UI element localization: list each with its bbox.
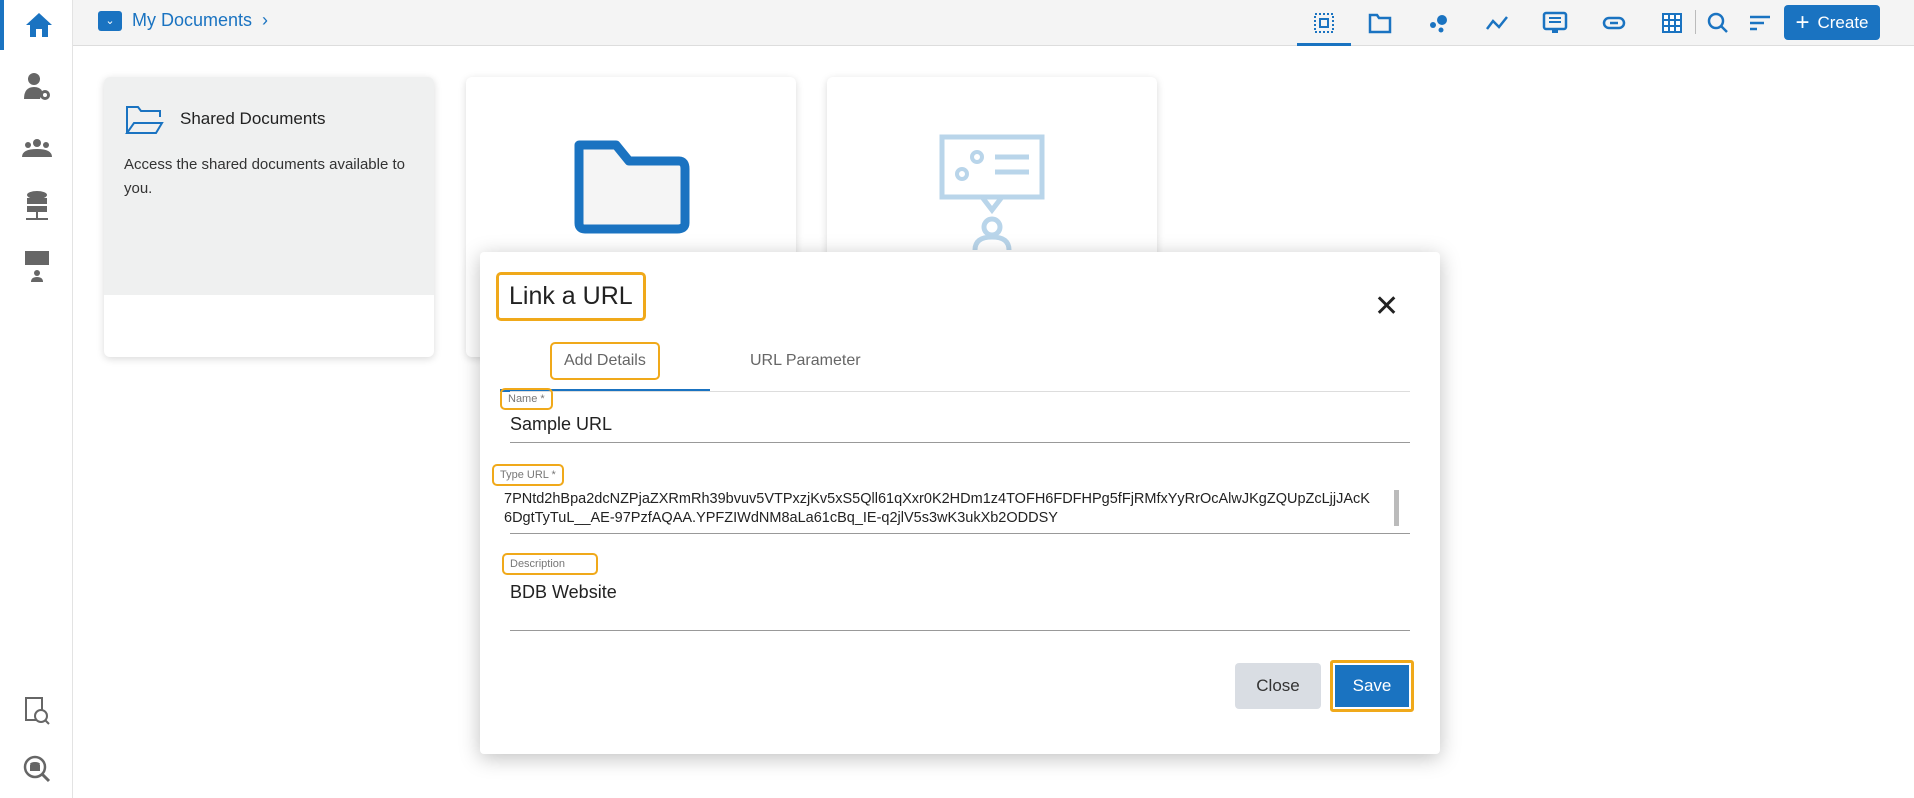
link-url-button[interactable] xyxy=(1599,8,1629,38)
url-label: Type URL * xyxy=(492,464,564,486)
tab-divider xyxy=(510,391,1410,392)
folder-button[interactable] xyxy=(1365,8,1395,38)
save-button[interactable]: Save xyxy=(1335,665,1409,707)
create-button[interactable]: + Create xyxy=(1784,5,1880,40)
sidebar-item-data-search[interactable] xyxy=(0,744,73,794)
create-label: Create xyxy=(1817,12,1869,32)
save-button-highlight: Save xyxy=(1330,660,1414,712)
sidebar-item-presentation[interactable] xyxy=(0,242,73,292)
grid-view-button[interactable] xyxy=(1657,8,1687,38)
link-url-dialog: Link a URL ✕ Add Details URL Parameter N… xyxy=(480,252,1440,754)
search-database-icon xyxy=(23,755,50,783)
sidebar-item-home[interactable] xyxy=(0,0,73,50)
line-chart-button[interactable] xyxy=(1482,8,1512,38)
name-input[interactable]: Sample URL xyxy=(510,414,612,435)
name-label: Name * xyxy=(500,388,553,410)
sidebar-item-user-settings[interactable] xyxy=(0,62,73,112)
database-network-icon xyxy=(25,191,48,220)
tab-add-details[interactable]: Add Details xyxy=(550,342,660,380)
description-underline xyxy=(510,630,1410,631)
breadcrumb-my-documents[interactable]: My Documents xyxy=(132,10,252,31)
bubble-button[interactable] xyxy=(1424,8,1454,38)
toolbar-divider xyxy=(1695,10,1696,34)
select-all-button[interactable] xyxy=(1297,8,1351,46)
search-icon xyxy=(1707,12,1728,33)
top-header: ⌄ My Documents › + Create xyxy=(73,0,1914,46)
folder-large-icon xyxy=(574,140,690,234)
breadcrumb[interactable]: ⌄ My Documents › xyxy=(98,10,268,31)
folder-dropdown-icon[interactable]: ⌄ xyxy=(98,10,122,31)
sidebar-item-groups[interactable] xyxy=(0,124,73,174)
bubble-chart-icon xyxy=(1430,15,1447,33)
breadcrumb-separator: › xyxy=(262,10,269,30)
name-underline xyxy=(510,442,1410,443)
grid-icon xyxy=(1662,13,1682,33)
folder-icon xyxy=(1368,13,1392,34)
sort-icon xyxy=(1750,15,1770,31)
sidebar-item-data-store[interactable] xyxy=(0,182,73,232)
tab-url-parameter[interactable]: URL Parameter xyxy=(750,352,861,370)
user-gear-icon xyxy=(23,73,50,100)
document-search-icon xyxy=(24,697,50,725)
presenter-icon xyxy=(24,251,49,282)
presentation-icon xyxy=(1542,11,1568,33)
sort-button[interactable] xyxy=(1745,8,1775,38)
sidebar-item-doc-search[interactable] xyxy=(0,686,73,736)
shared-folder-icon xyxy=(125,106,164,134)
card-description: Access the shared documents available to… xyxy=(124,156,405,197)
dialog-title: Link a URL xyxy=(496,272,646,321)
close-button[interactable]: Close xyxy=(1235,663,1321,709)
close-icon[interactable]: ✕ xyxy=(1374,292,1399,322)
users-icon xyxy=(21,139,52,157)
description-textarea[interactable]: BDB Website xyxy=(510,582,617,603)
sidebar xyxy=(0,0,73,798)
description-label: Description xyxy=(502,553,598,575)
url-scrollbar[interactable] xyxy=(1394,490,1399,526)
home-icon xyxy=(25,13,52,37)
link-icon xyxy=(1602,16,1626,30)
url-underline xyxy=(510,533,1410,534)
story-button[interactable] xyxy=(1540,8,1570,38)
presentation-large-icon xyxy=(939,134,1045,251)
url-textarea[interactable]: 7PNtd2hBpa2dcNZPjaZXRmRh39bvuv5VTPxzjKv5… xyxy=(504,490,1374,528)
select-icon xyxy=(1314,13,1334,33)
card-title: Shared Documents xyxy=(180,109,326,128)
search-button[interactable] xyxy=(1703,8,1733,38)
shared-documents-card[interactable]: Shared Documents Access the shared docum… xyxy=(104,77,434,357)
line-chart-icon xyxy=(1486,16,1508,30)
plus-icon: + xyxy=(1795,8,1810,36)
